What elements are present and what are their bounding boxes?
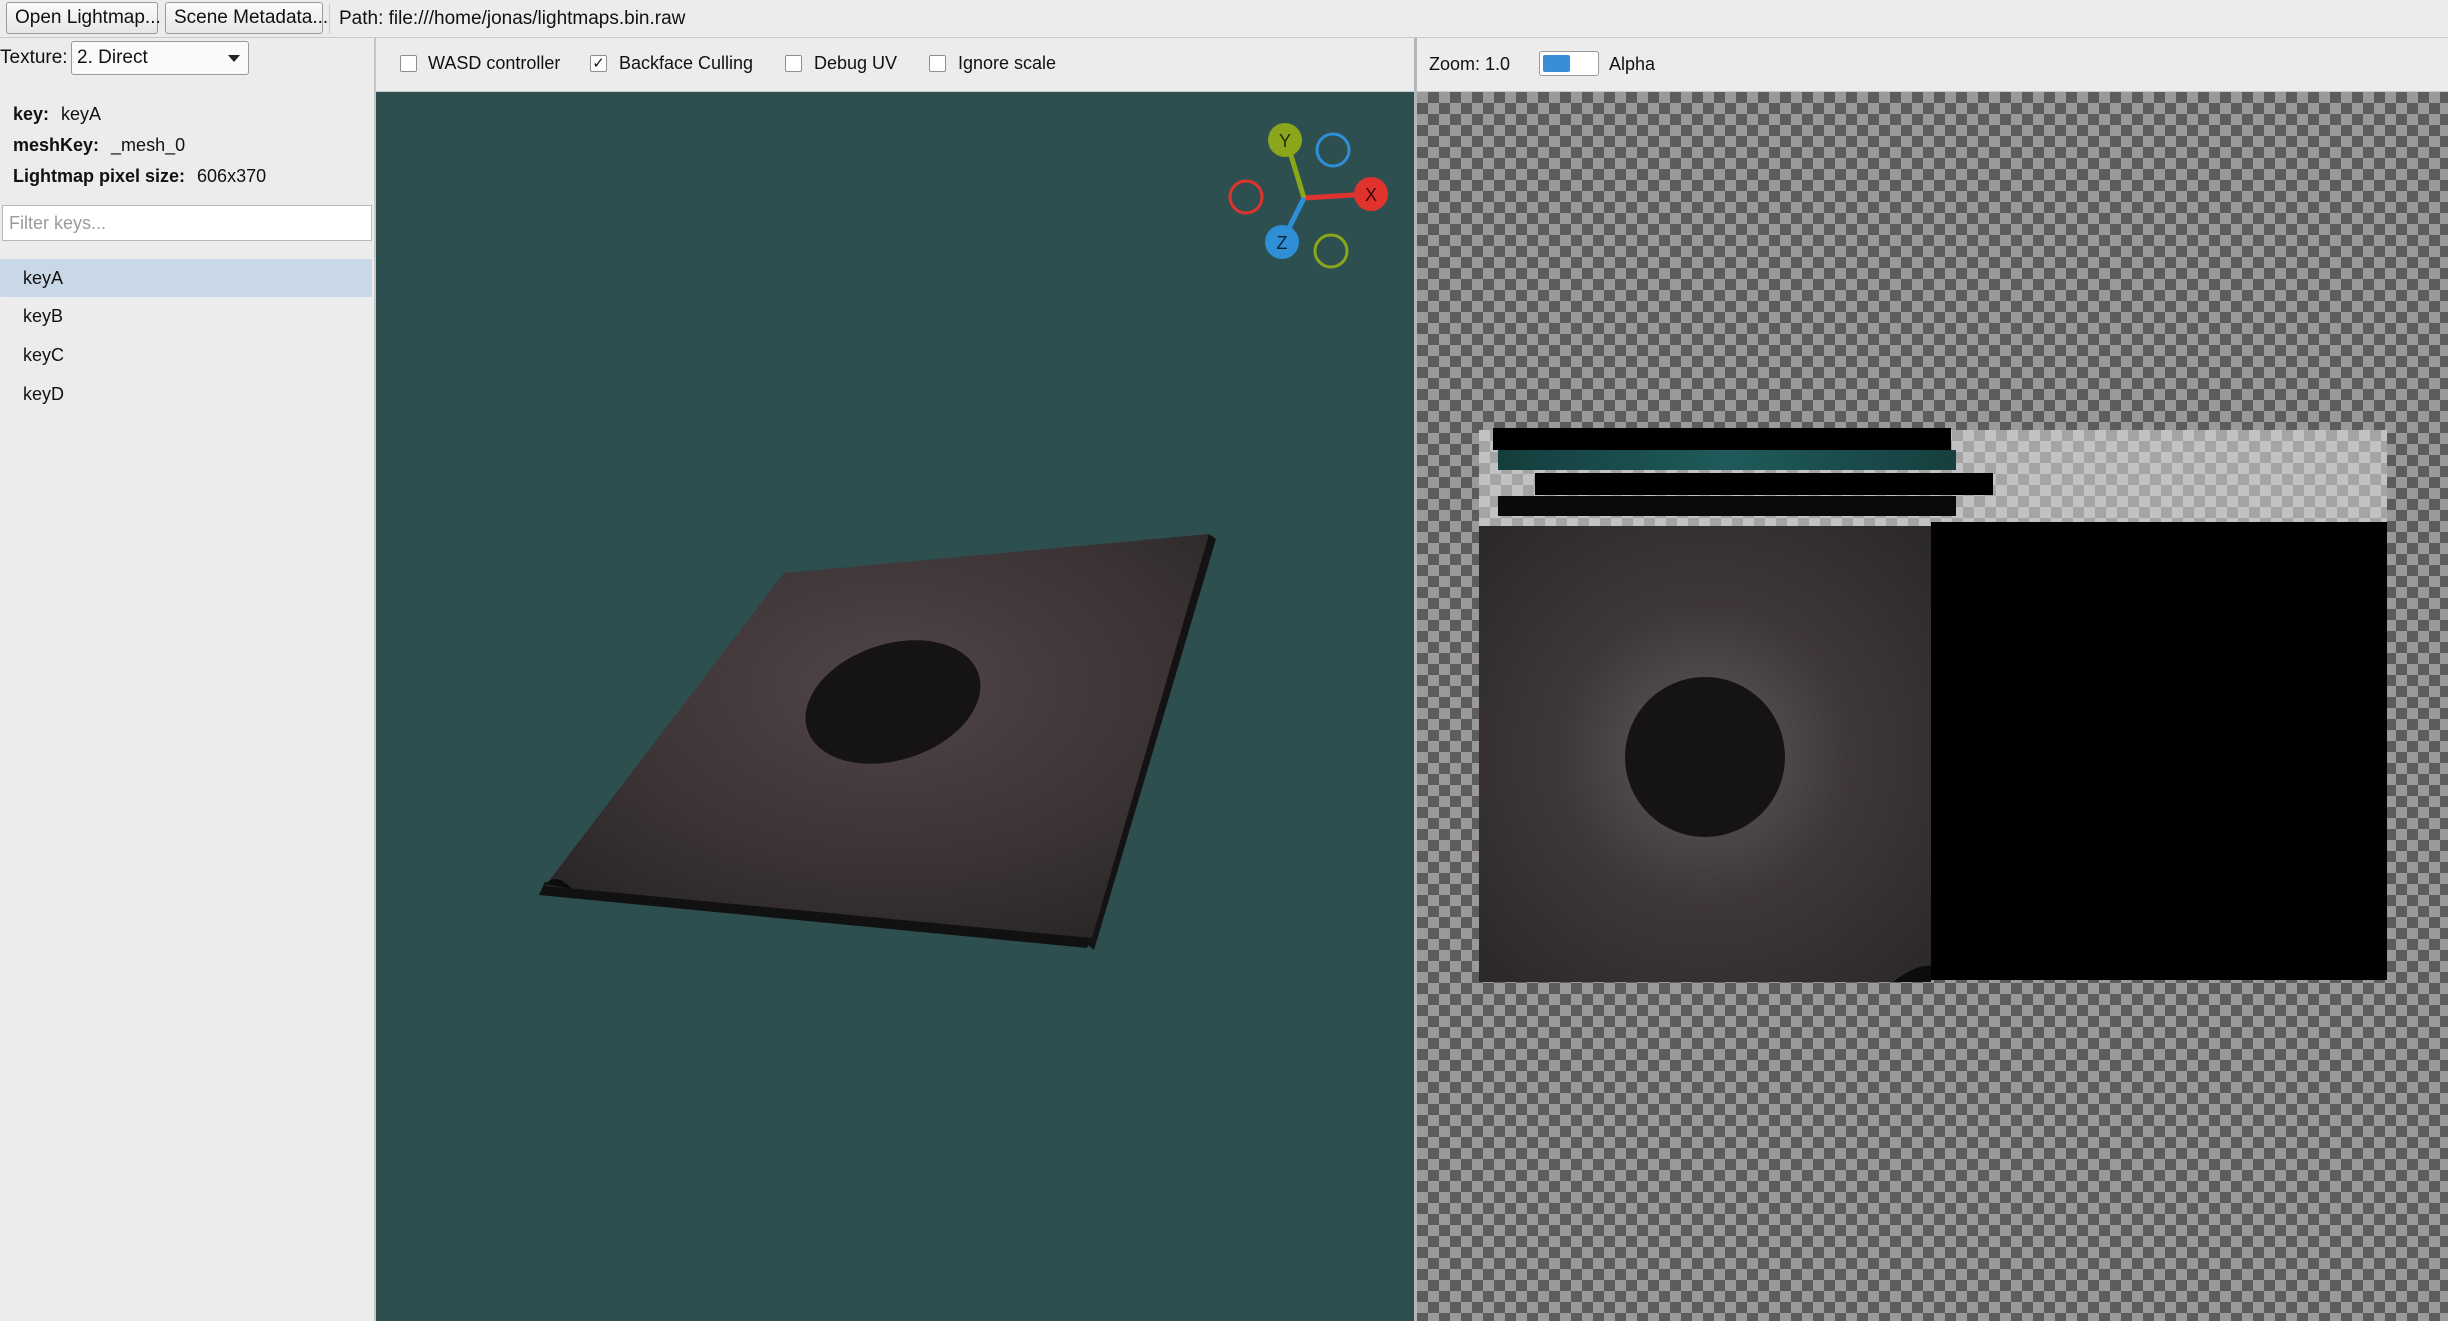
debug-uv-label[interactable]: Debug UV — [814, 52, 897, 74]
toolbar-separator — [329, 4, 330, 34]
backface-culling-label[interactable]: Backface Culling — [619, 52, 753, 74]
gizmo-neg-z-handle[interactable] — [1315, 132, 1351, 168]
preview-options-bar: Zoom: 1.0 Alpha — [1417, 38, 2448, 92]
filter-keys-input[interactable] — [2, 205, 372, 241]
gizmo-y-label: Y — [1279, 131, 1291, 151]
info-pixel-size-value: 606x370 — [197, 166, 267, 186]
info-mesh-key-label: meshKey: — [13, 135, 100, 155]
lightmap-strip-2 — [1498, 450, 1956, 470]
info-mesh-key-row: meshKey: _mesh_0 — [13, 133, 185, 157]
open-lightmap-button[interactable]: Open Lightmap... — [6, 2, 161, 34]
ignore-scale-checkbox[interactable] — [929, 55, 946, 72]
key-list-item[interactable]: keyA — [0, 259, 372, 297]
info-mesh-key-value: _mesh_0 — [111, 135, 186, 155]
info-pixel-size-label: Lightmap pixel size: — [13, 166, 186, 186]
alpha-label: Alpha — [1609, 54, 1656, 74]
ignore-scale-label[interactable]: Ignore scale — [958, 52, 1056, 74]
gizmo-z-label: Z — [1277, 233, 1288, 253]
3d-viewport[interactable]: X Y Z — [376, 92, 1414, 1321]
wasd-controller-label[interactable]: WASD controller — [428, 52, 560, 74]
gizmo-neg-x-handle[interactable] — [1228, 179, 1264, 215]
key-list-item[interactable]: keyB — [0, 297, 372, 335]
wasd-controller-checkbox[interactable] — [400, 55, 417, 72]
main-toolbar: Open Lightmap... Scene Metadata... Path:… — [0, 0, 2448, 38]
texture-select-value: 2. Direct — [77, 47, 148, 68]
chevron-down-icon — [228, 55, 240, 62]
texture-label: Texture: — [0, 47, 68, 68]
lightmap-preview[interactable] — [1417, 92, 2448, 1321]
scene-render: X Y Z — [539, 123, 1388, 950]
lightmap-texture — [1479, 428, 2387, 982]
axis-gizmo[interactable]: X Y Z — [1228, 123, 1388, 269]
file-path-label: Path: file:///home/jonas/lightmaps.bin.r… — [339, 8, 686, 29]
info-key-value: keyA — [61, 104, 102, 124]
key-list-item[interactable]: keyC — [0, 336, 372, 374]
key-list-item[interactable]: keyD — [0, 375, 372, 413]
info-key-label: key: — [13, 104, 50, 124]
left-panel: Texture: 2. Direct key: keyA meshKey: _mes… — [0, 38, 376, 1321]
lightmap-strip-1 — [1493, 428, 1951, 450]
debug-uv-checkbox[interactable] — [785, 55, 802, 72]
texture-select[interactable]: 2. Direct — [71, 41, 249, 75]
lightmap-hole — [1625, 677, 1785, 837]
lightmap-strip-4 — [1498, 496, 1956, 516]
lightmap-face-bottom — [1931, 522, 2387, 980]
viewport-options-bar: WASD controller ✓ Backface Culling Debug… — [376, 38, 1414, 92]
alpha-toggle[interactable] — [1539, 51, 1599, 76]
backface-culling-checkbox[interactable]: ✓ — [590, 55, 607, 72]
gizmo-x-label: X — [1365, 185, 1377, 205]
alpha-toggle-knob — [1543, 55, 1570, 72]
scene-metadata-button[interactable]: Scene Metadata... — [165, 2, 328, 34]
info-pixel-size-row: Lightmap pixel size: 606x370 — [13, 164, 266, 188]
zoom-level-label: Zoom: 1.0 — [1429, 54, 1511, 74]
gizmo-neg-y-handle[interactable] — [1313, 233, 1349, 269]
info-key-row: key: keyA — [13, 102, 101, 126]
lightmap-strip-3 — [1535, 473, 1993, 495]
